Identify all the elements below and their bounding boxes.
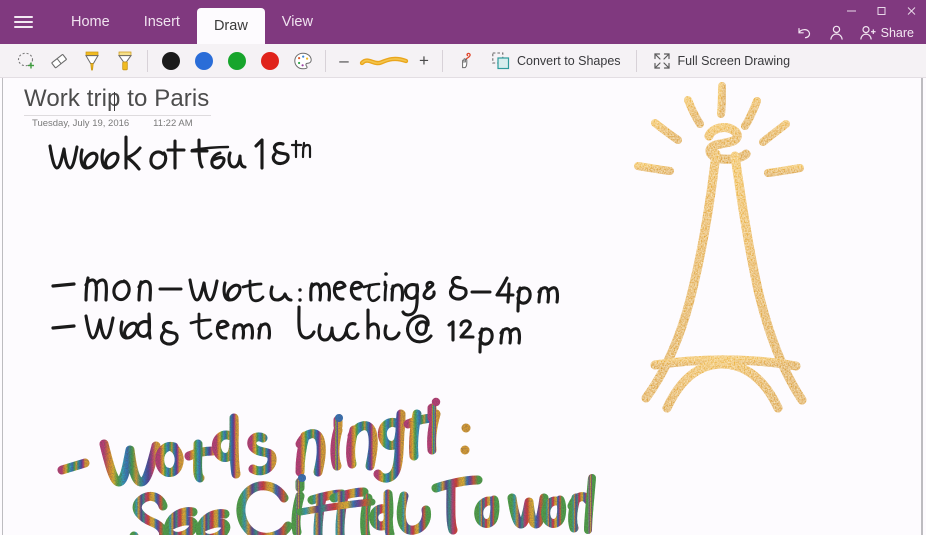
account-button[interactable] <box>821 22 852 44</box>
tower-rays <box>634 82 804 177</box>
tab-view-label: View <box>281 14 313 30</box>
ink-black-notes <box>48 135 559 354</box>
color-dot-black <box>161 51 180 70</box>
page-title[interactable]: Work trip to Paris <box>24 85 209 113</box>
tab-insert[interactable]: Insert <box>127 0 197 44</box>
convert-to-shapes-label: Convert to Shapes <box>517 53 621 68</box>
undo-icon <box>798 27 810 38</box>
page-scrollbar[interactable] <box>921 78 923 535</box>
pen-icon <box>84 51 99 71</box>
color-dot-green <box>227 51 246 70</box>
ink-canvas <box>48 82 807 535</box>
convert-to-shapes-button[interactable]: Convert to Shapes <box>482 46 630 76</box>
lasso-select-button[interactable] <box>9 46 42 76</box>
full-screen-drawing-button[interactable]: Full Screen Drawing <box>643 46 800 76</box>
eiffel-tower-drawing <box>634 82 807 413</box>
note-page[interactable]: Work trip to Paris Tuesday, July 19, 201… <box>0 78 926 535</box>
ink-line-weds-team-lunch <box>51 305 521 354</box>
color-swatch-blue[interactable] <box>187 46 220 76</box>
onenote-window: Home Insert Draw View Share – + Convert … <box>0 0 926 535</box>
minimize-button[interactable] <box>836 0 866 21</box>
tab-draw[interactable]: Draw <box>196 8 265 44</box>
ribbon-divider <box>325 49 326 72</box>
close-icon <box>907 7 915 15</box>
page-date: Tuesday, July 19, 2016 <box>32 118 130 129</box>
ribbon-divider <box>147 49 148 72</box>
tab-draw-label: Draw <box>213 18 248 34</box>
full-screen-icon <box>653 52 670 69</box>
more-colors-button[interactable] <box>286 46 319 76</box>
full-screen-drawing-label: Full Screen Drawing <box>677 53 791 68</box>
tab-home-label: Home <box>71 14 110 30</box>
color-dot-blue <box>194 51 213 70</box>
thickness-decrease-button[interactable]: – <box>332 47 356 75</box>
thickness-preview <box>358 53 410 69</box>
thickness-increase-button[interactable]: + <box>412 47 436 75</box>
eraser-icon <box>50 53 67 68</box>
minimize-icon <box>846 10 856 12</box>
text-caret <box>114 92 115 111</box>
undo-button[interactable] <box>788 22 821 44</box>
color-palette-icon <box>293 52 312 69</box>
highlighter-icon <box>117 51 132 70</box>
pen-button[interactable] <box>75 46 108 76</box>
color-swatch-green[interactable] <box>220 46 253 76</box>
account-icon <box>829 25 843 40</box>
color-swatch-black[interactable] <box>154 46 187 76</box>
color-dot-red <box>260 51 279 70</box>
tab-view[interactable]: View <box>265 0 330 44</box>
page-left-rail <box>2 78 3 535</box>
hamburger-menu-button[interactable] <box>0 0 46 44</box>
tab-insert-label: Insert <box>143 14 180 30</box>
fullscreen-group: Full Screen Drawing <box>643 44 800 78</box>
ink-line-mon-weds-meetings <box>51 272 559 317</box>
lasso-select-icon <box>17 52 34 68</box>
tower-body <box>641 123 807 413</box>
convert-to-shapes-icon <box>492 51 510 69</box>
maximize-button[interactable] <box>866 0 896 21</box>
ink-tools-group <box>0 44 141 78</box>
ink-gesture-icon <box>461 52 471 68</box>
page-timestamp: Tuesday, July 19, 2016 11:22 AM <box>32 118 193 129</box>
ink-rainbow-notes <box>57 397 596 535</box>
ink-color-group <box>154 44 319 78</box>
hamburger-icon <box>13 13 33 31</box>
ribbon-tab-strip: Home Insert Draw View <box>54 0 330 44</box>
window-controls <box>836 0 926 21</box>
eraser-button[interactable] <box>42 46 75 76</box>
ink-line-week-of-the-18th <box>48 135 312 171</box>
title-divider <box>24 115 211 116</box>
ink-line-see-eiffel-tower <box>129 474 596 535</box>
thickness-group: – + <box>332 44 436 78</box>
page-time: 11:22 AM <box>153 118 193 129</box>
ribbon-divider <box>635 49 637 72</box>
maximize-icon <box>877 7 885 15</box>
share-label: Share <box>880 26 914 40</box>
draw-ribbon: – + Convert to Shapes Full Screen Drawin… <box>0 44 926 78</box>
ink-line-weds-night <box>57 397 471 487</box>
tab-home[interactable]: Home <box>54 0 127 44</box>
share-person-icon <box>859 25 876 40</box>
title-bar: Home Insert Draw View Share <box>0 0 926 44</box>
ink-to-shape-button[interactable] <box>449 46 482 76</box>
highlighter-button[interactable] <box>108 46 141 76</box>
thickness-increase-label: + <box>419 50 429 70</box>
stroke-preview-icon <box>359 56 409 65</box>
close-button[interactable] <box>896 0 926 21</box>
share-button[interactable]: Share <box>852 22 922 44</box>
ribbon-divider <box>442 49 443 72</box>
convert-group: Convert to Shapes <box>449 44 630 78</box>
color-swatch-red[interactable] <box>253 46 286 76</box>
title-bar-action-group: Share <box>788 22 922 44</box>
title-bar-right: Share <box>626 0 926 44</box>
thickness-decrease-label: – <box>339 50 349 70</box>
